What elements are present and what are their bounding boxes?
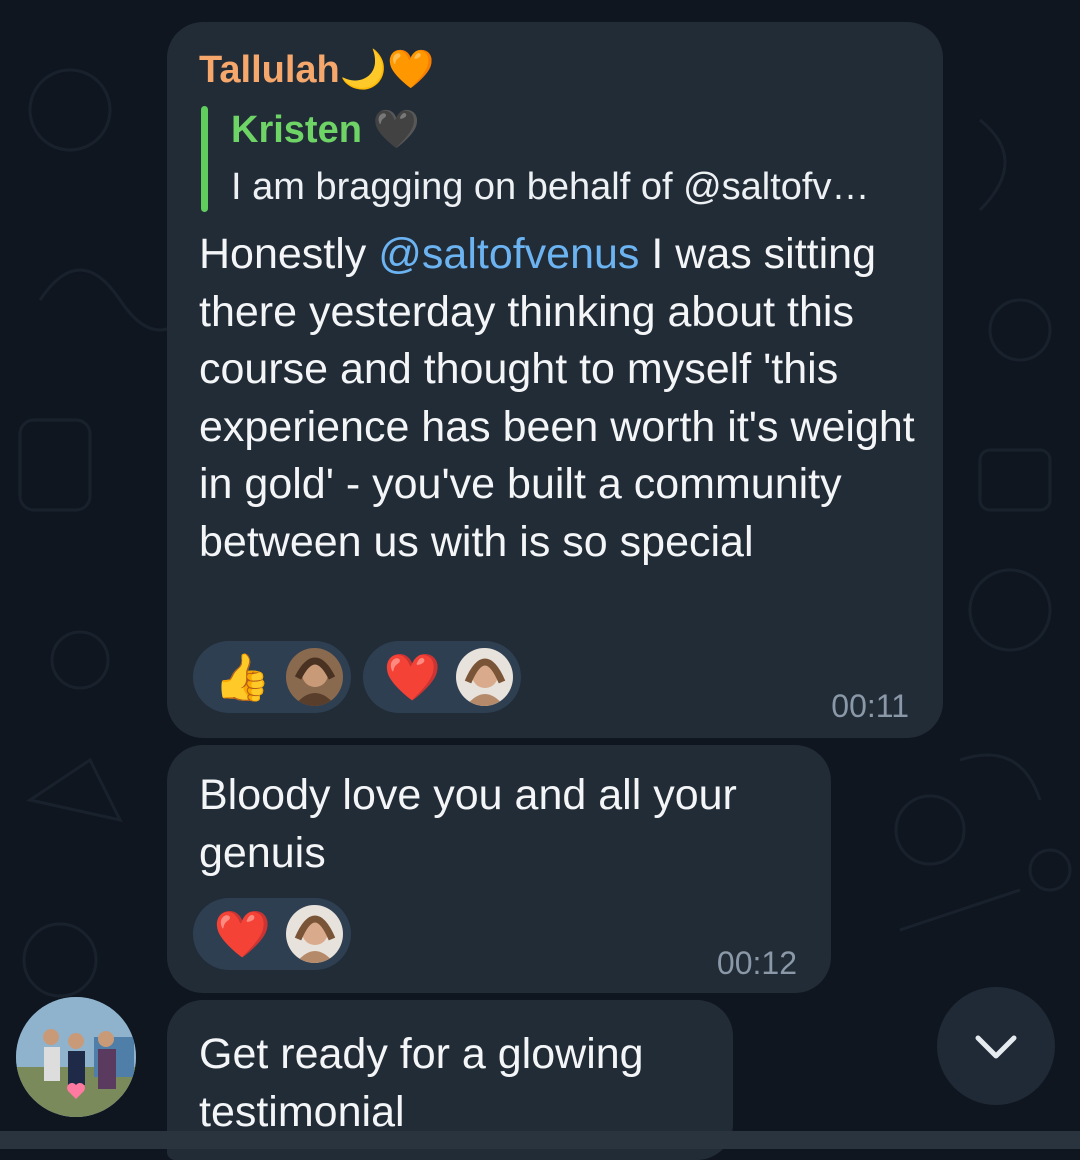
message-bubble[interactable]: Tallulah🌙🧡 Kristen 🖤 I am bragging on be…: [167, 22, 943, 738]
reply-bar: [201, 106, 208, 212]
sender-avatar[interactable]: [16, 997, 136, 1117]
sender-name[interactable]: Tallulah🌙🧡: [199, 48, 434, 92]
message-text: Get ready for a glowing testimonial: [199, 1030, 644, 1136]
message-text: Bloody love you and all your genuis: [199, 771, 737, 877]
heart-icon: ❤️: [383, 651, 442, 703]
mention-link[interactable]: @saltofvenus: [378, 230, 639, 278]
chevron-down-icon: [975, 1035, 1017, 1059]
reaction-heart[interactable]: ❤️: [193, 898, 351, 970]
reply-text: I am bragging on behalf of @saltofv…: [231, 166, 870, 208]
input-bar-edge: [0, 1131, 1080, 1149]
message-time: 00:11: [831, 688, 909, 724]
reaction-thumbs-up[interactable]: 👍: [193, 641, 351, 713]
message-text: Honestly @saltofvenus I was sitting ther…: [199, 230, 915, 566]
reactor-avatar: [285, 905, 343, 963]
heart-icon: ❤️: [213, 908, 272, 960]
scroll-down-button[interactable]: [937, 987, 1055, 1105]
reaction-heart[interactable]: ❤️: [363, 641, 521, 713]
message-bubble[interactable]: Bloody love you and all your genuis ❤️ 0…: [167, 745, 831, 993]
reactor-avatar: [455, 648, 513, 706]
reactor-avatar: [285, 648, 343, 706]
message-time: 00:12: [716, 945, 797, 981]
thumbs-up-icon: 👍: [213, 651, 272, 703]
reply-sender-name: Kristen 🖤: [231, 109, 420, 151]
reply-quote[interactable]: Kristen 🖤 I am bragging on behalf of @sa…: [201, 106, 921, 212]
